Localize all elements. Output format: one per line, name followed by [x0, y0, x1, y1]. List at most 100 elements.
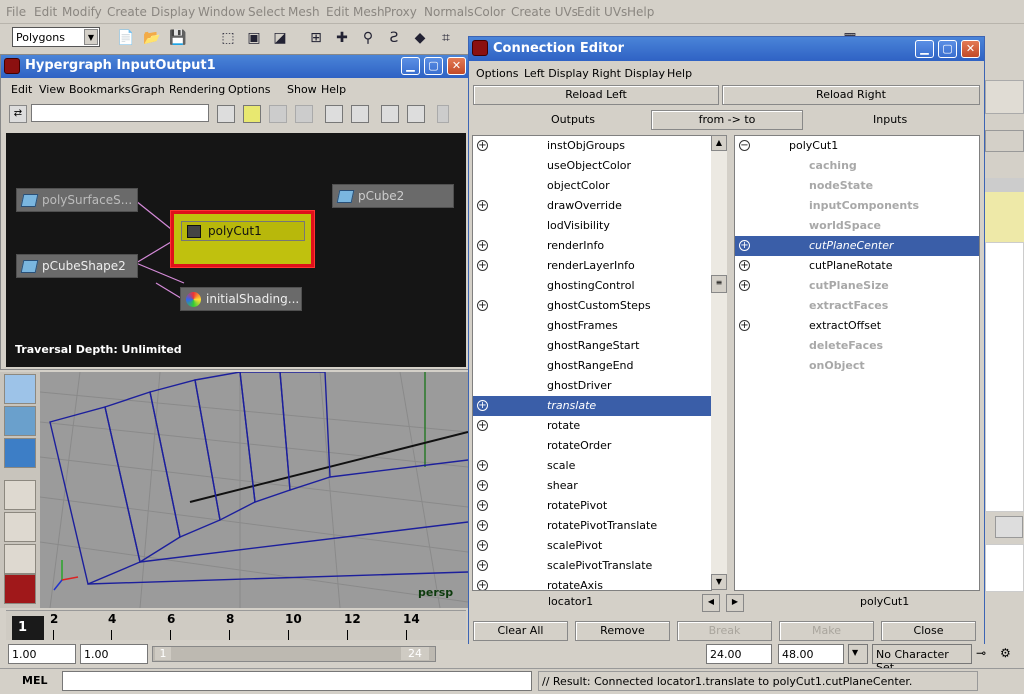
output-attr-row[interactable]: + renderLayerInfo	[473, 256, 711, 276]
break-button[interactable]: Break	[677, 621, 772, 641]
output-attr-row[interactable]: + ghostCustomSteps	[473, 296, 711, 316]
command-input[interactable]	[62, 671, 532, 691]
maximize-icon[interactable]: ▢	[938, 40, 957, 58]
time-slider[interactable]: 1 2 4 6 8 10 12 14	[0, 608, 468, 644]
frame-selection-icon[interactable]	[243, 105, 261, 123]
arrow-left-icon[interactable]: ◀	[702, 594, 720, 612]
node-pcube-shape[interactable]: pCubeShape2	[16, 254, 138, 278]
node-pcube2[interactable]: pCube2	[332, 184, 454, 208]
range-bar[interactable]: 1 24	[152, 646, 436, 662]
expand-icon[interactable]: +	[739, 240, 750, 251]
direction-button[interactable]: from -> to	[651, 110, 803, 130]
make-button[interactable]: Make	[779, 621, 874, 641]
panel-tab-top[interactable]	[985, 80, 1024, 114]
menu-help[interactable]: Help	[627, 5, 654, 19]
menu-color[interactable]: Color	[474, 5, 505, 19]
ce-menu-options[interactable]: Options	[476, 67, 518, 80]
expand-icon[interactable]: +	[477, 560, 488, 571]
input-attr-row[interactable]: inputComponents	[735, 196, 979, 216]
hg-menu-show[interactable]: Show	[287, 83, 317, 96]
select-component-icon[interactable]: ◪	[270, 28, 290, 48]
mel-label[interactable]: MEL	[22, 674, 47, 687]
output-attr-row[interactable]: ghostRangeStart	[473, 336, 711, 356]
four-pane-layout-icon[interactable]	[4, 512, 36, 542]
timeline-track[interactable]	[6, 610, 466, 640]
add-bookmark-icon[interactable]	[381, 105, 399, 123]
expand-icon[interactable]: +	[477, 400, 488, 411]
close-button[interactable]: Close	[881, 621, 976, 641]
playback-end-field[interactable]: 24.00	[706, 644, 772, 664]
output-attr-row[interactable]: ghostRangeEnd	[473, 356, 711, 376]
mode-selector[interactable]: Polygons ▼	[12, 27, 100, 47]
extrude-icon[interactable]	[4, 438, 36, 468]
output-attr-row[interactable]: + rotateAxis	[473, 576, 711, 590]
input-attr-row[interactable]: + extractOffset	[735, 316, 979, 336]
output-attr-row[interactable]: rotateOrder	[473, 436, 711, 456]
inputs-list[interactable]: − polyCut1 caching nodeState inputComponents…	[734, 135, 980, 591]
close-icon[interactable]: ✕	[961, 40, 980, 58]
output-connections-icon[interactable]	[351, 105, 369, 123]
output-attr-row[interactable]: + scalePivotTranslate	[473, 556, 711, 576]
output-attr-row[interactable]: + scalePivot	[473, 536, 711, 556]
connection-editor-titlebar[interactable]: Connection Editor ▁ ▢ ✕	[469, 37, 984, 61]
layout-icon[interactable]	[269, 105, 287, 123]
chevron-down-icon[interactable]: ▼	[84, 29, 98, 45]
expand-icon[interactable]: +	[477, 140, 488, 151]
close-icon[interactable]: ✕	[447, 57, 466, 75]
ce-menu-right-display[interactable]: Right Display	[592, 67, 665, 80]
toolbar-more-icon[interactable]	[437, 105, 449, 123]
output-attr-row[interactable]: ghostDriver	[473, 376, 711, 396]
output-attr-row[interactable]: useObjectColor	[473, 156, 711, 176]
create-polygon-icon[interactable]	[4, 374, 36, 404]
menu-proxy[interactable]: Proxy	[384, 5, 417, 19]
range-start-handle[interactable]: 1	[155, 647, 171, 660]
hg-menu-options[interactable]: Options	[228, 83, 270, 96]
layer-new-icon[interactable]	[995, 516, 1023, 538]
input-attr-row[interactable]: − polyCut1	[735, 136, 979, 156]
history-icon[interactable]: ⌗	[436, 28, 456, 48]
menu-file[interactable]: File	[6, 5, 26, 19]
expand-icon[interactable]: +	[477, 420, 488, 431]
outliner-layout-icon[interactable]	[4, 544, 36, 574]
output-attr-row[interactable]: ghostFrames	[473, 316, 711, 336]
output-attr-row[interactable]: + rotate	[473, 416, 711, 436]
output-attr-row[interactable]: + renderInfo	[473, 236, 711, 256]
output-attr-row[interactable]: + instObjGroups	[473, 136, 711, 156]
snap-curve-icon[interactable]: ✚	[332, 28, 352, 48]
snap-point-icon[interactable]: ⚲	[358, 28, 378, 48]
output-attr-row[interactable]: + rotatePivotTranslate	[473, 516, 711, 536]
input-attr-row[interactable]: caching	[735, 156, 979, 176]
outputs-scrollbar[interactable]: ▲ ≡ ▼	[711, 135, 727, 590]
range-end-handle[interactable]: 24	[401, 647, 429, 660]
arrow-right-icon[interactable]: ▶	[726, 594, 744, 612]
node-initial-shading[interactable]: initialShading...	[180, 287, 302, 311]
hg-menu-edit[interactable]: Edit	[11, 83, 32, 96]
preferences-icon[interactable]: ⚙	[1000, 646, 1011, 660]
output-attr-row[interactable]: objectColor	[473, 176, 711, 196]
expand-icon[interactable]: +	[739, 260, 750, 271]
collapse-icon[interactable]: −	[739, 140, 750, 151]
scroll-thumb[interactable]: ≡	[711, 275, 727, 293]
menu-mesh[interactable]: Mesh	[288, 5, 320, 19]
chevron-down-icon[interactable]: ▼	[848, 644, 868, 664]
character-set-menu[interactable]: No Character Set	[872, 644, 972, 674]
input-attr-row[interactable]: nodeState	[735, 176, 979, 196]
hg-menu-graph[interactable]: Graph	[131, 83, 165, 96]
expand-icon[interactable]: +	[739, 280, 750, 291]
menu-display[interactable]: Display	[151, 5, 195, 19]
expand-icon[interactable]: +	[477, 540, 488, 551]
input-attr-row[interactable]: + cutPlaneCenter	[735, 236, 979, 256]
input-attr-row[interactable]: + cutPlaneSize	[735, 276, 979, 296]
select-hierarchy-icon[interactable]: ⬚	[218, 28, 238, 48]
maximize-icon[interactable]: ▢	[424, 57, 443, 75]
expand-icon[interactable]: +	[739, 320, 750, 331]
rebuild-icon[interactable]	[295, 105, 313, 123]
reload-left-button[interactable]: Reload Left	[473, 85, 719, 105]
expand-icon[interactable]: +	[477, 580, 488, 590]
reload-right-button[interactable]: Reload Right	[722, 85, 980, 105]
expand-icon[interactable]: +	[477, 300, 488, 311]
single-pane-layout-icon[interactable]	[4, 480, 36, 510]
playback-start-field[interactable]: 1.00	[80, 644, 148, 664]
hg-menu-bookmarks[interactable]: Bookmarks	[69, 83, 130, 96]
key-icon[interactable]: ⊸	[976, 646, 986, 660]
